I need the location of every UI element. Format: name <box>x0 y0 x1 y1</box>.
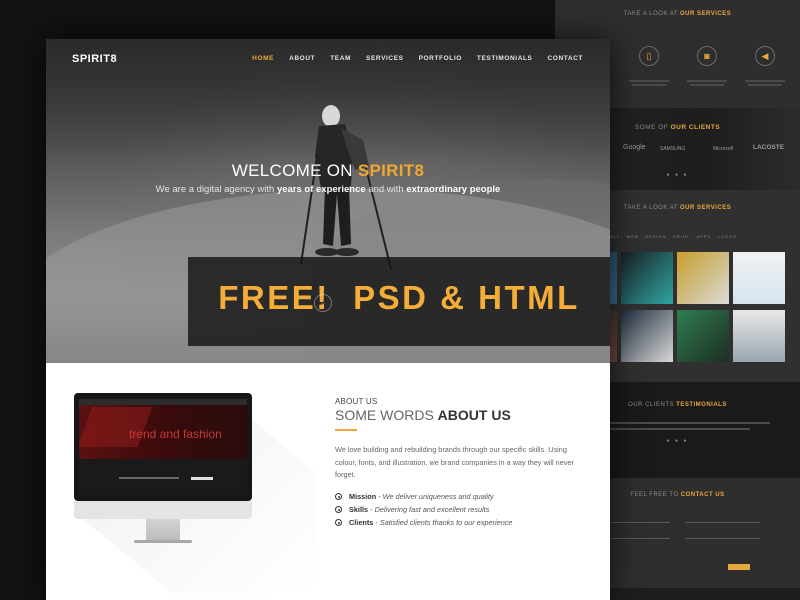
about-body: We love building and rebuilding brands t… <box>335 445 574 479</box>
brand-logo[interactable]: SPIRIT8 <box>72 53 117 65</box>
bg-service-2: ◙ <box>677 46 737 86</box>
imac-screen: trend and fashion <box>79 399 247 495</box>
nav-contact[interactable]: CONTACT <box>548 55 584 62</box>
contact-field[interactable] <box>685 538 760 539</box>
imac-stand <box>146 519 180 541</box>
portfolio-thumb[interactable] <box>677 310 729 362</box>
nav-services[interactable]: SERVICES <box>366 55 404 62</box>
main-page-preview: SPIRIT8 HOME ABOUT TEAM SERVICES PORTFOL… <box>46 39 610 600</box>
target-icon <box>335 493 342 500</box>
client-logo-google: Google <box>623 144 646 151</box>
hero-tagline: We are a digital agency with years of ex… <box>155 184 501 195</box>
client-logo-microsoft: Microsoft <box>713 146 734 152</box>
camera-icon: ◙ <box>697 46 717 66</box>
portfolio-thumb[interactable] <box>677 252 729 304</box>
promo-text: FREE! PSD & HTML <box>218 279 580 316</box>
nav-about[interactable]: ABOUT <box>289 55 315 62</box>
nav-testimonials[interactable]: TESTIMONIALS <box>477 55 533 62</box>
nav-home[interactable]: HOME <box>252 55 274 62</box>
hero-title: WELCOME ON SPIRIT8 <box>231 161 425 180</box>
client-logo-samsung: SAMSUNG <box>660 146 686 152</box>
main-nav: HOME ABOUT TEAM SERVICES PORTFOLIO TESTI… <box>252 55 583 62</box>
target-icon <box>335 519 342 526</box>
bg-service-1: ▯ <box>619 46 679 86</box>
nav-team[interactable]: TEAM <box>330 55 351 62</box>
bg-service-label <box>677 72 737 77</box>
bg-service-3: ◀ <box>735 46 795 86</box>
target-icon <box>335 506 342 513</box>
about-title: SOME WORDS ABOUT US <box>335 407 511 423</box>
client-logo-lacoste: LACOSTE <box>753 144 785 151</box>
promo-banner: FREE! PSD & HTML <box>188 257 610 346</box>
scroll-down-icon[interactable]: ⌄ <box>314 294 332 312</box>
contact-send-button[interactable] <box>728 564 750 570</box>
phone-icon: ▯ <box>639 46 659 66</box>
nav-portfolio[interactable]: PORTFOLIO <box>419 55 462 62</box>
megaphone-icon: ◀ <box>755 46 775 66</box>
bg-service-label <box>619 72 679 77</box>
hero-section: SPIRIT8 HOME ABOUT TEAM SERVICES PORTFOL… <box>46 39 610 363</box>
imac-chin <box>74 501 252 519</box>
portfolio-thumb[interactable] <box>733 252 785 304</box>
portfolio-thumb[interactable] <box>733 310 785 362</box>
bg-services-heading: TAKE A LOOK AT OUR SERVICES <box>623 11 732 17</box>
about-section: trend and fashion ABOUT US SOME WORDS AB… <box>46 363 610 600</box>
about-label: ABOUT US <box>335 397 378 406</box>
portfolio-filters[interactable]: ALL · WEB · DESIGN · PRINT · APPS · LOGO… <box>610 234 737 239</box>
portfolio-thumb[interactable] <box>621 310 673 362</box>
feature-mission: Mission - We deliver uniqueness and qual… <box>335 492 494 501</box>
screen-headline: trend and fashion <box>129 427 222 441</box>
mockup-canvas: TAKE A LOOK AT OUR SERVICES ▯ ◙ ◀ SOME O… <box>0 0 800 600</box>
imac-foot <box>134 540 192 543</box>
feature-skills: Skills - Delivering fast and excellent r… <box>335 505 489 514</box>
contact-field[interactable] <box>685 522 760 523</box>
feature-clients: Clients - Satisfied clients thanks to ou… <box>335 518 512 527</box>
bg-service-label <box>735 72 795 77</box>
portfolio-thumb[interactable] <box>621 252 673 304</box>
about-divider <box>335 429 357 431</box>
